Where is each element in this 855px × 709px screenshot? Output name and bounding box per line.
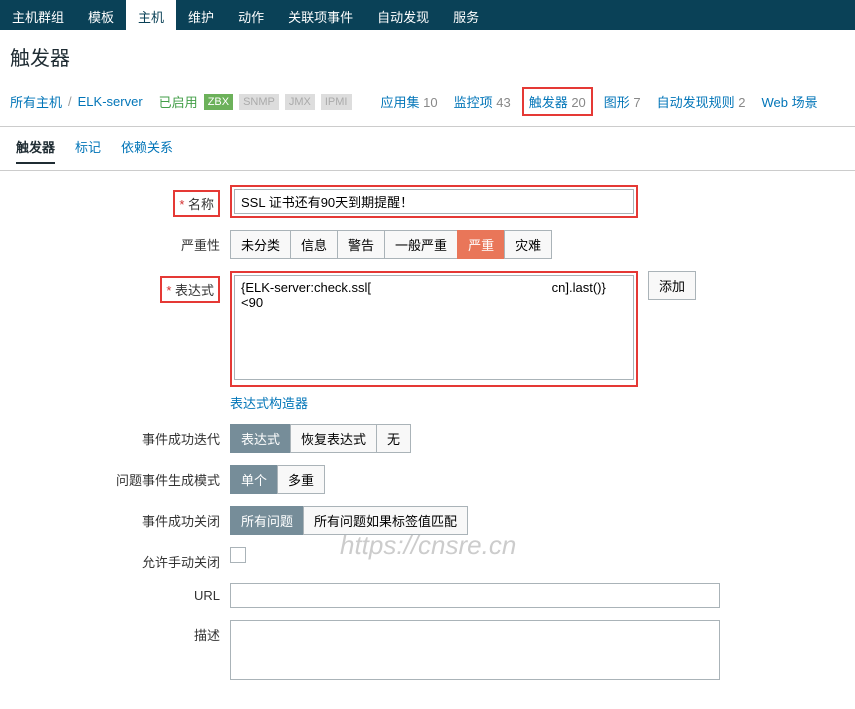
ok-iter-2[interactable]: 无 xyxy=(376,424,411,453)
label-ok-iter: 事件成功迭代 xyxy=(10,424,230,448)
subnav-2[interactable]: 触发器 xyxy=(529,95,568,110)
tab-tags[interactable]: 标记 xyxy=(75,137,101,164)
sev-3[interactable]: 一般严重 xyxy=(384,230,457,259)
topnav-item-6[interactable]: 自动发现 xyxy=(365,0,441,30)
label-problem-mode: 问题事件生成模式 xyxy=(10,465,230,489)
add-button[interactable]: 添加 xyxy=(648,271,696,300)
problem-mode-group: 单个 多重 xyxy=(230,465,325,494)
topnav-item-1[interactable]: 模板 xyxy=(76,0,126,30)
label-ok-close: 事件成功关闭 xyxy=(10,506,230,530)
severity-group: 未分类 信息 警告 一般严重 严重 灾难 xyxy=(230,230,552,259)
badge-jmx: JMX xyxy=(285,94,315,110)
topnav-item-5[interactable]: 关联项事件 xyxy=(276,0,365,30)
breadcrumb-all-hosts[interactable]: 所有主机 xyxy=(10,92,62,111)
label-manual-close: 允许手动关闭 xyxy=(10,547,230,571)
ok-close-group: 所有问题 所有问题如果标签值匹配 xyxy=(230,506,468,535)
expression-builder-link[interactable]: 表达式构造器 xyxy=(230,393,696,412)
label-severity: 严重性 xyxy=(10,230,230,254)
tab-deps[interactable]: 依赖关系 xyxy=(121,137,173,164)
status-enabled: 已启用 xyxy=(159,92,198,111)
topnav-item-3[interactable]: 维护 xyxy=(176,0,226,30)
label-expression: 表达式 xyxy=(166,283,214,298)
tabs: 触发器 标记 依赖关系 xyxy=(0,127,855,171)
sev-4[interactable]: 严重 xyxy=(457,230,504,259)
sev-2[interactable]: 警告 xyxy=(337,230,384,259)
page-title-area: 触发器 xyxy=(0,30,855,83)
sev-0[interactable]: 未分类 xyxy=(230,230,290,259)
form: 名称 严重性 未分类 信息 警告 一般严重 严重 灾难 表达式 {ELK-ser… xyxy=(0,171,855,709)
oc-0[interactable]: 所有问题 xyxy=(230,506,303,535)
manual-close-checkbox[interactable] xyxy=(230,547,246,563)
subnav-container: 应用集 10监控项 43触发器 20图形 7自动发现规则 2Web 场景 xyxy=(372,87,823,116)
sev-1[interactable]: 信息 xyxy=(290,230,337,259)
page-title: 触发器 xyxy=(10,42,845,71)
subheader: 所有主机 / ELK-server 已启用 ZBX SNMP JMX IPMI … xyxy=(0,83,855,127)
badge-zbx: ZBX xyxy=(204,94,233,110)
name-input[interactable] xyxy=(234,189,634,214)
pm-0[interactable]: 单个 xyxy=(230,465,277,494)
subnav-4[interactable]: 自动发现规则 xyxy=(657,95,735,110)
badge-ipmi: IPMI xyxy=(321,94,352,110)
breadcrumb-host[interactable]: ELK-server xyxy=(78,94,143,109)
topnav-item-7[interactable]: 服务 xyxy=(441,0,491,30)
ok-iter-group: 表达式 恢复表达式 无 xyxy=(230,424,411,453)
tab-triggers[interactable]: 触发器 xyxy=(16,137,55,164)
topnav-item-4[interactable]: 动作 xyxy=(226,0,276,30)
breadcrumb-sep: / xyxy=(68,94,72,109)
url-input[interactable] xyxy=(230,583,720,608)
ok-iter-1[interactable]: 恢复表达式 xyxy=(290,424,376,453)
subnav-0[interactable]: 应用集 xyxy=(381,95,420,110)
topnav-item-0[interactable]: 主机群组 xyxy=(0,0,76,30)
subnav-5[interactable]: Web 场景 xyxy=(762,95,818,110)
topnav-item-2[interactable]: 主机 xyxy=(126,0,176,30)
ok-iter-0[interactable]: 表达式 xyxy=(230,424,290,453)
expression-textarea[interactable]: {ELK-server:check.ssl[ cn].last()}<90 xyxy=(234,275,634,380)
top-nav: 主机群组模板主机维护动作关联项事件自动发现服务 xyxy=(0,0,855,30)
oc-1[interactable]: 所有问题如果标签值匹配 xyxy=(303,506,468,535)
label-desc: 描述 xyxy=(10,620,230,644)
subnav-3[interactable]: 图形 xyxy=(604,95,630,110)
label-name: 名称 xyxy=(179,197,214,212)
subnav-1[interactable]: 监控项 xyxy=(454,95,493,110)
badge-snmp: SNMP xyxy=(239,94,279,110)
label-url: URL xyxy=(10,583,230,603)
desc-textarea[interactable] xyxy=(230,620,720,680)
sev-5[interactable]: 灾难 xyxy=(504,230,552,259)
pm-1[interactable]: 多重 xyxy=(277,465,325,494)
